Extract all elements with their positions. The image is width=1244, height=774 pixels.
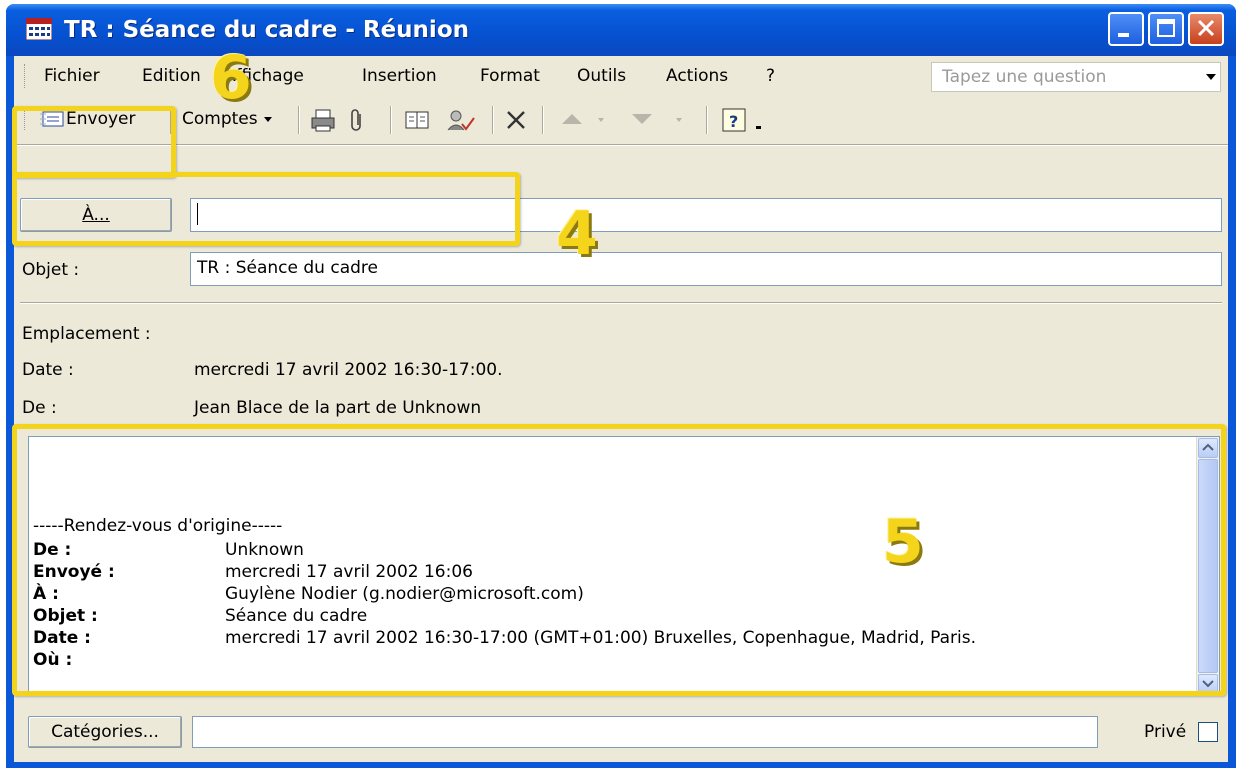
svg-text:?: ? bbox=[729, 112, 738, 131]
location-label: Emplacement : bbox=[22, 324, 151, 344]
help-icon[interactable]: ? bbox=[722, 108, 748, 138]
close-icon bbox=[1197, 19, 1215, 37]
highlight-message-body bbox=[12, 424, 1226, 696]
previous-item-icon[interactable] bbox=[558, 110, 618, 140]
subject-value: TR : Séance du cadre bbox=[197, 258, 378, 278]
private-label: Privé bbox=[1144, 722, 1187, 742]
header-divider bbox=[20, 302, 1222, 304]
from-value: Jean Blace de la part de Unknown bbox=[194, 398, 482, 418]
toolbar-separator bbox=[706, 106, 708, 134]
paperclip-icon[interactable] bbox=[348, 108, 366, 138]
window-title: TR : Séance du cadre - Réunion bbox=[64, 17, 469, 43]
minimize-button[interactable] bbox=[1108, 12, 1144, 46]
print-icon[interactable] bbox=[310, 108, 338, 138]
categories-input[interactable] bbox=[192, 716, 1098, 748]
ask-question-placeholder: Tapez une question bbox=[942, 67, 1107, 87]
chevron-down-icon bbox=[264, 117, 273, 122]
menu-fichier[interactable]: Fichier bbox=[44, 64, 100, 88]
toolbar-divider bbox=[14, 144, 1228, 146]
minimize-icon bbox=[1118, 33, 1129, 37]
subject-label: Objet : bbox=[22, 260, 80, 280]
calendar-icon bbox=[26, 18, 52, 40]
date-label: Date : bbox=[22, 360, 74, 380]
date-value: mercredi 17 avril 2002 16:30-17:00. bbox=[194, 360, 503, 380]
menu-edition[interactable]: Edition bbox=[142, 64, 201, 88]
menu-help[interactable]: ? bbox=[766, 64, 775, 88]
annotation-number-4: 4 bbox=[556, 199, 598, 269]
toolbar-separator bbox=[390, 106, 392, 134]
check-names-icon[interactable] bbox=[446, 108, 476, 138]
menu-outils[interactable]: Outils bbox=[577, 64, 626, 88]
maximize-button[interactable] bbox=[1148, 12, 1184, 46]
menu-actions[interactable]: Actions bbox=[666, 64, 728, 88]
close-button[interactable] bbox=[1188, 12, 1224, 46]
next-item-icon[interactable] bbox=[628, 110, 694, 140]
private-checkbox[interactable] bbox=[1198, 722, 1218, 742]
subject-input[interactable]: TR : Séance du cadre bbox=[190, 252, 1222, 286]
toolbar-separator bbox=[298, 106, 300, 134]
menu-bar: Fichier Edition Affichage Insertion Form… bbox=[14, 56, 1228, 96]
dropdown-arrow-icon[interactable] bbox=[1206, 74, 1216, 80]
toolbar-separator bbox=[542, 106, 544, 134]
toolbar-separator bbox=[492, 106, 494, 134]
categories-button-label: Catégories... bbox=[51, 722, 159, 742]
toolbar: Envoyer Comptes ? bbox=[14, 96, 1228, 144]
delete-icon[interactable] bbox=[504, 108, 528, 138]
from-label: De : bbox=[22, 398, 57, 418]
menu-format[interactable]: Format bbox=[480, 64, 540, 88]
title-bar[interactable]: TR : Séance du cadre - Réunion bbox=[6, 4, 1236, 56]
ask-question-box[interactable]: Tapez une question bbox=[931, 62, 1221, 92]
annotation-number-5: 5 bbox=[882, 507, 924, 577]
highlight-to-field bbox=[12, 172, 520, 246]
menu-insertion[interactable]: Insertion bbox=[362, 64, 437, 88]
menu-grip[interactable] bbox=[24, 64, 28, 88]
address-book-icon[interactable] bbox=[404, 108, 432, 138]
highlight-send-button bbox=[12, 106, 176, 178]
annotation-number-6: 6 bbox=[210, 43, 252, 113]
maximize-icon bbox=[1157, 19, 1175, 37]
categories-button[interactable]: Catégories... bbox=[28, 716, 182, 748]
